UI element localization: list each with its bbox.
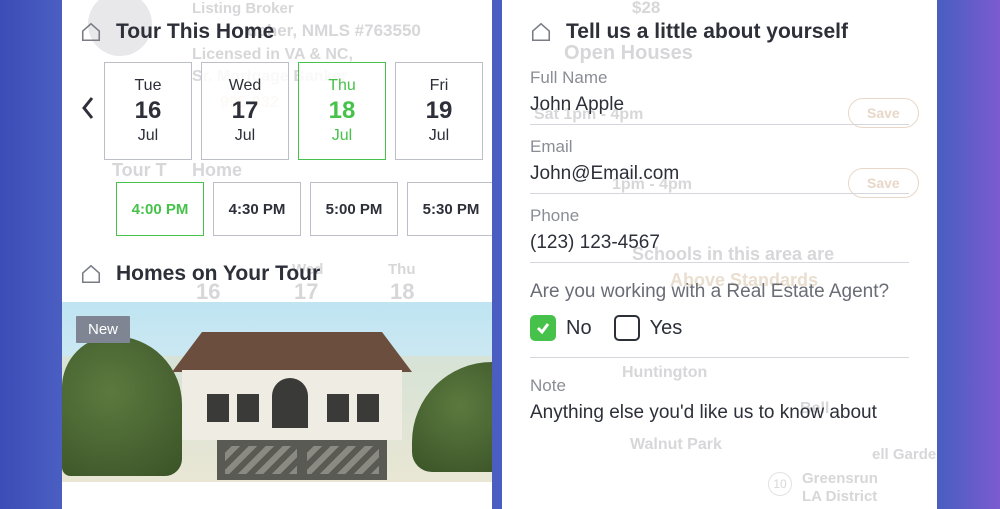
date-mon: Jul [332, 127, 352, 145]
tour-panel: Listing Broker ucher, NMLS #763550 Licen… [62, 0, 492, 509]
date-mon: Jul [429, 127, 449, 145]
date-card[interactable]: Thu 18 Jul [298, 62, 386, 160]
email-input[interactable] [530, 163, 909, 185]
new-badge: New [76, 316, 130, 343]
form-panel: $28 Open Houses Sat 1pm - 4pm Save 1pm -… [502, 0, 937, 509]
tour-title: Tour This Home [116, 20, 274, 44]
agent-yes-checkbox[interactable] [614, 315, 640, 341]
form-header: Tell us a little about yourself [530, 0, 909, 56]
time-picker-row: 4:00 PM4:30 PM5:00 PM5:30 PM [62, 182, 492, 236]
time-card[interactable]: 5:30 PM [407, 182, 492, 236]
phone-field: Phone [530, 206, 909, 263]
date-card[interactable]: Fri 19 Jul [395, 62, 483, 160]
date-card[interactable]: Tue 16 Jul [104, 62, 192, 160]
note-textarea[interactable]: Anything else you'd like us to know abou… [530, 402, 909, 424]
date-day: 17 [232, 97, 259, 125]
agent-yes-label: Yes [650, 317, 683, 340]
date-dow: Fri [430, 77, 449, 95]
date-dow: Tue [135, 77, 162, 95]
phone-label: Phone [530, 206, 909, 226]
date-day: 19 [426, 97, 453, 125]
email-label: Email [530, 137, 909, 157]
ghost-text: Home [192, 160, 242, 181]
date-mon: Jul [235, 127, 255, 145]
house-icon [80, 263, 102, 285]
full-name-field: Full Name [530, 68, 909, 125]
email-field: Email [530, 137, 909, 194]
ghost-text: Greensrun [802, 470, 878, 487]
agent-no-checkbox[interactable] [530, 315, 556, 341]
agent-question: Are you working with a Real Estate Agent… [530, 281, 909, 303]
form-title: Tell us a little about yourself [566, 20, 848, 44]
ghost-text: Tour T [112, 160, 167, 181]
house-icon [80, 21, 102, 43]
date-day: 18 [329, 97, 356, 125]
ghost-text: Walnut Park [630, 436, 722, 454]
home-photo[interactable]: New [62, 302, 492, 482]
ghost-badge-circle: 10 [768, 472, 792, 496]
date-dow: Thu [328, 77, 356, 95]
note-label: Note [530, 376, 909, 396]
prev-dates-button[interactable] [72, 95, 104, 128]
time-card[interactable]: 4:30 PM [213, 182, 301, 236]
homes-header: Homes on Your Tour [62, 236, 492, 302]
tour-header: Tour This Home [62, 0, 492, 62]
ghost-text: ell Garde [872, 446, 936, 463]
agent-no-label: No [566, 317, 592, 340]
full-name-label: Full Name [530, 68, 909, 88]
date-dow: Wed [229, 77, 262, 95]
house-icon [530, 21, 552, 43]
date-day: 16 [135, 97, 162, 125]
agent-options-row: No Yes [530, 315, 909, 358]
homes-title: Homes on Your Tour [116, 262, 320, 286]
full-name-input[interactable] [530, 94, 909, 116]
date-card[interactable]: Wed 17 Jul [201, 62, 289, 160]
time-card[interactable]: 5:00 PM [310, 182, 398, 236]
date-picker-row: Tue 16 Jul Wed 17 Jul Thu 18 Jul Fri 19 Jul [62, 62, 492, 160]
ghost-text: LA District [802, 488, 877, 505]
phone-input[interactable] [530, 232, 909, 254]
date-mon: Jul [138, 127, 158, 145]
time-card[interactable]: 4:00 PM [116, 182, 204, 236]
